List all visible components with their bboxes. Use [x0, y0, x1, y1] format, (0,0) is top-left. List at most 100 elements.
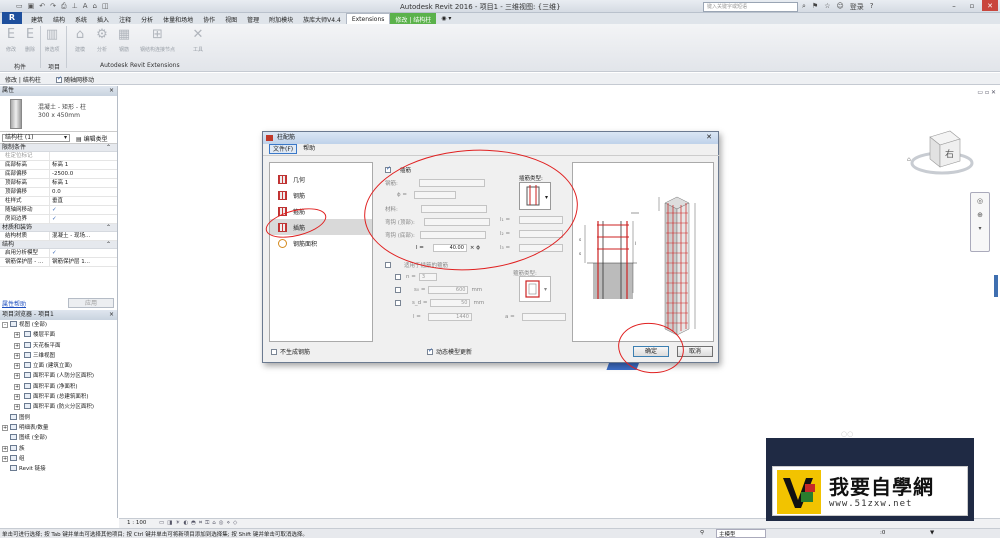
ribbon-button-steel-connections[interactable]: ⊞ 钢结构连接节点: [140, 26, 175, 53]
collapse-icon[interactable]: ⌃: [106, 144, 111, 152]
property-row[interactable]: 钢筋保护层 - ... 钢筋保护层 1...: [0, 258, 117, 267]
login-link[interactable]: 登录: [850, 2, 864, 12]
ribbon-button-modify[interactable]: E 修改: [3, 26, 19, 53]
close-icon[interactable]: ×: [109, 310, 114, 320]
visual-style-icon[interactable]: ◨: [167, 520, 172, 527]
undo-icon[interactable]: ↶: [39, 2, 45, 11]
nav-item-geometry[interactable]: 几何: [270, 171, 372, 187]
save-icon[interactable]: ▣: [28, 2, 35, 11]
browser-node[interactable]: + 族: [0, 444, 117, 454]
browser-node[interactable]: + 明细表/数量: [0, 423, 117, 433]
property-value[interactable]: 0.0: [50, 188, 117, 196]
tab-modify-structural-column[interactable]: 修改 | 结构柱: [390, 13, 437, 24]
hide-isolate-icon[interactable]: ⌂: [212, 520, 216, 527]
properties-section-header[interactable]: 结构 ⌃: [0, 241, 117, 249]
tab-insert[interactable]: 插入: [92, 13, 114, 24]
browser-node[interactable]: 图例: [0, 413, 117, 423]
property-row[interactable]: 随轴网移动 ✓: [0, 206, 117, 215]
zoom-icon[interactable]: ⊕: [971, 211, 989, 219]
browser-node[interactable]: + 面积平面 (净面积): [0, 382, 117, 392]
home-icon[interactable]: ⌂: [907, 156, 911, 163]
expand-icon[interactable]: +: [2, 455, 8, 462]
close-button[interactable]: ✕: [982, 0, 998, 11]
tab-systems[interactable]: 系统: [70, 13, 92, 24]
expand-icon[interactable]: +: [2, 445, 8, 452]
ribbon-button-analysis[interactable]: ⚙ 分析: [94, 26, 110, 53]
text-icon[interactable]: A: [83, 2, 88, 11]
3d-icon[interactable]: ⌂: [93, 2, 97, 11]
property-row[interactable]: 顶部偏移 0.0: [0, 188, 117, 197]
property-value[interactable]: ✓: [50, 249, 117, 257]
browser-node[interactable]: + 面积平面 (总建筑面积): [0, 392, 117, 402]
dynamic-update-checkbox[interactable]: [427, 347, 433, 355]
property-value[interactable]: ✓: [50, 206, 117, 214]
shadows-icon[interactable]: ◐: [183, 520, 188, 527]
sd-checkbox[interactable]: [395, 300, 401, 306]
redo-icon[interactable]: ↷: [50, 2, 56, 11]
lock-view-icon[interactable]: ⚿: [205, 520, 209, 527]
tab-structure[interactable]: 结构: [48, 13, 70, 24]
property-value[interactable]: 标高 1: [50, 161, 117, 169]
no-rebar-checkbox[interactable]: [271, 348, 277, 355]
browser-node[interactable]: + 三维视图: [0, 351, 117, 361]
stirrup-type-selector[interactable]: ▾: [519, 276, 551, 302]
property-value[interactable]: 垂直: [50, 197, 117, 205]
open-icon[interactable]: ▭: [16, 2, 23, 11]
a-field[interactable]: [521, 313, 566, 321]
view-window-controls[interactable]: ▭ ▫ ✕: [977, 89, 996, 96]
properties-section-header[interactable]: 材质和装饰 ⌃: [0, 224, 117, 232]
expand-icon[interactable]: +: [14, 352, 20, 359]
search-input[interactable]: 键入关键字或短语: [703, 2, 798, 12]
browser-node[interactable]: - 视图 (全部): [0, 320, 117, 330]
tab-extensions[interactable]: Extensions: [345, 13, 391, 24]
analytical-model-icon[interactable]: ⋄: [227, 520, 230, 527]
scrollbar-thumb[interactable]: [994, 275, 998, 297]
crop-view-icon[interactable]: ⌗: [199, 520, 202, 527]
expand-icon[interactable]: +: [14, 404, 20, 411]
menu-help[interactable]: 帮助: [303, 144, 315, 154]
expand-icon[interactable]: +: [14, 363, 20, 370]
property-value[interactable]: [50, 152, 117, 160]
property-value[interactable]: 标高 1: [50, 179, 117, 187]
move-with-grids-checkbox[interactable]: [56, 75, 62, 83]
property-row[interactable]: 启用分析模型 ✓: [0, 249, 117, 258]
collapse-icon[interactable]: ⌃: [106, 224, 111, 232]
highlight-displacement-icon[interactable]: ◇: [233, 520, 237, 527]
subscription-icon[interactable]: ⚑: [812, 2, 818, 12]
browser-node[interactable]: 图纸 (全部): [0, 433, 117, 443]
browser-node[interactable]: + 面积平面 (防火分区面积): [0, 402, 117, 412]
dowel-checkbox[interactable]: [385, 165, 391, 173]
property-value[interactable]: -2500.0: [50, 170, 117, 178]
collapse-icon[interactable]: ⌃: [106, 241, 111, 249]
ribbon-button-filter[interactable]: ▥ 筛选项: [44, 26, 60, 53]
expand-icon[interactable]: +: [2, 424, 8, 431]
properties-help-link[interactable]: 属性帮助: [2, 299, 26, 308]
collapse-icon[interactable]: -: [2, 322, 8, 328]
property-row[interactable]: 结构材质 混凝土 - 现场...: [0, 232, 117, 241]
user-icon[interactable]: ☺: [836, 2, 843, 12]
chevron-down-icon[interactable]: ▾: [971, 225, 989, 232]
tab-architecture[interactable]: 建筑: [26, 13, 48, 24]
close-icon[interactable]: ×: [109, 86, 114, 96]
edit-type-button[interactable]: ▤ 编辑类型: [76, 134, 108, 143]
maximize-button[interactable]: ▫: [964, 0, 980, 11]
n-checkbox[interactable]: [395, 274, 401, 280]
instance-filter-dropdown[interactable]: 结构柱 (1) ▾: [2, 134, 70, 142]
detail-level-icon[interactable]: ▭: [159, 520, 164, 527]
ribbon-button-delete[interactable]: E 删除: [22, 26, 38, 53]
properties-section-header[interactable]: 限制条件 ⌃: [0, 144, 117, 152]
steering-wheel-icon[interactable]: ◎: [971, 197, 989, 205]
tab-view[interactable]: 视图: [220, 13, 242, 24]
browser-node[interactable]: + 立面 (建筑立面): [0, 361, 117, 371]
property-value[interactable]: 混凝土 - 现场...: [50, 232, 117, 240]
section-icon[interactable]: ◫: [102, 2, 109, 11]
expand-icon[interactable]: +: [14, 394, 20, 401]
property-row[interactable]: 底部标高 标高 1: [0, 161, 117, 170]
tab-manage[interactable]: 管理: [242, 13, 264, 24]
filter-icon[interactable]: ▼: [930, 530, 934, 536]
stirrup-checkbox[interactable]: [385, 262, 391, 268]
property-row[interactable]: 房间边界 ✓: [0, 215, 117, 224]
property-row[interactable]: 顶部标高 标高 1: [0, 179, 117, 188]
property-row[interactable]: 柱定位标记: [0, 152, 117, 161]
expand-icon[interactable]: +: [14, 373, 20, 380]
